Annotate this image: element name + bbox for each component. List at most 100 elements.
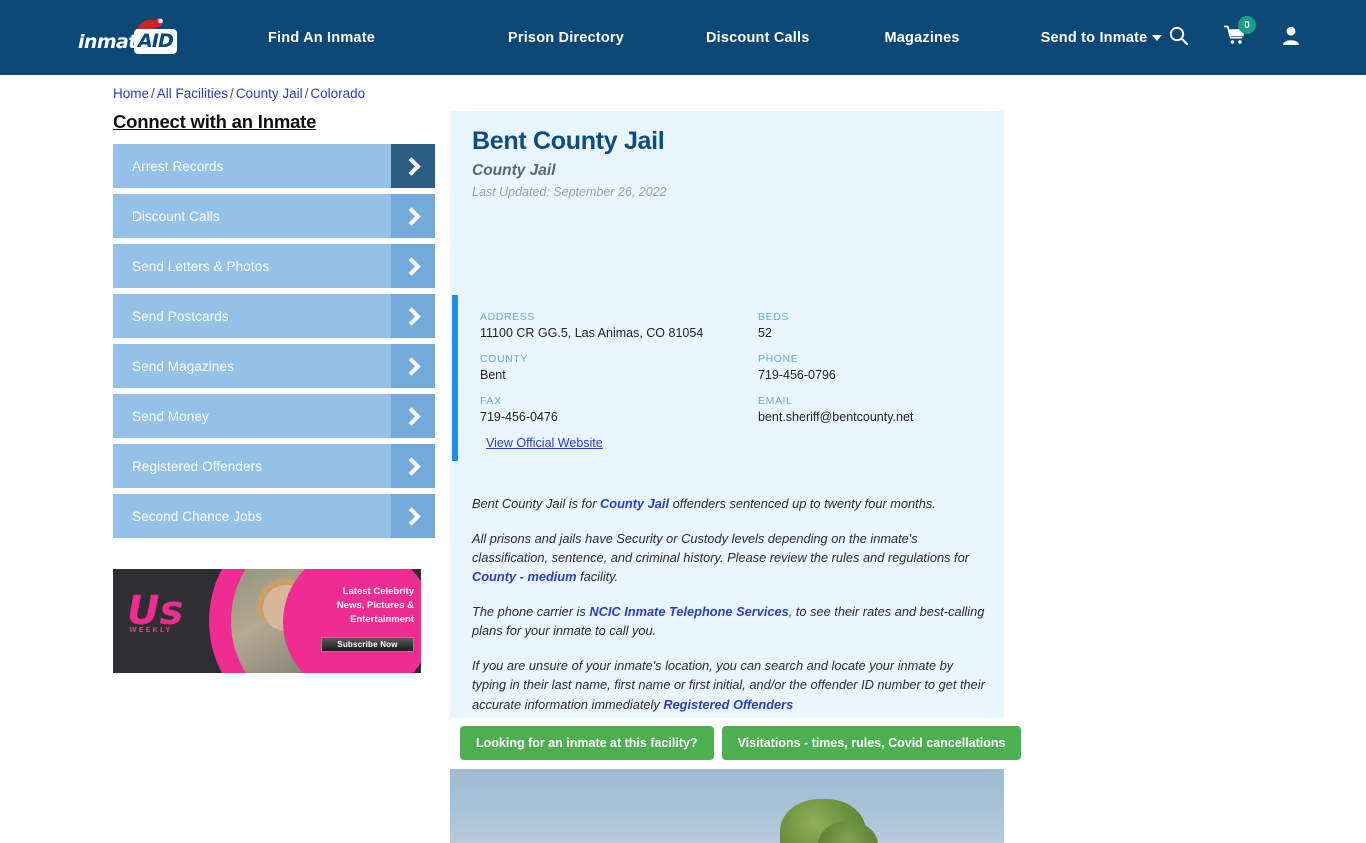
desc-p1-link-county-jail[interactable]: County Jail xyxy=(600,496,669,511)
info-label: FAX xyxy=(480,395,502,407)
sidebar-item-registered-offenders[interactable]: Registered Offenders xyxy=(113,444,435,488)
ad-copy-line-1: Latest Celebrity xyxy=(342,586,414,597)
nav-link-find-an-inmate[interactable]: Find An Inmate xyxy=(268,30,375,46)
desc-p2-text-a: All prisons and jails have Security or C… xyxy=(472,531,969,566)
chevron-right-icon xyxy=(391,344,435,388)
user-account-icon[interactable] xyxy=(1282,26,1300,50)
sidebar-title: Connect with an Inmate xyxy=(113,111,317,132)
desc-p1-text-b: offenders sentenced up to twenty four mo… xyxy=(669,496,936,511)
logo-badge: AID xyxy=(134,29,178,54)
cart-icon[interactable]: 0 xyxy=(1223,16,1256,50)
info-field-beds: BEDS 52 xyxy=(758,311,990,340)
view-official-website-link[interactable]: View Official Website xyxy=(486,436,603,450)
desc-p2-link-county-medium[interactable]: County - medium xyxy=(472,569,577,584)
info-value: 719-456-0476 xyxy=(480,410,558,424)
sidebar-item-label: Send Letters & Photos xyxy=(132,258,270,274)
chevron-right-icon xyxy=(391,294,435,338)
chevron-right-icon xyxy=(391,394,435,438)
site-logo[interactable]: inmate AID xyxy=(78,18,188,58)
breadcrumb: Home / All Facilities / County Jail / Colorado xyxy=(113,86,365,101)
facility-type: County Jail xyxy=(472,162,556,179)
cart-count-badge: 0 xyxy=(1238,16,1256,34)
ad-copy-line-3: Entertainment xyxy=(350,613,414,625)
info-value: 719-456-0796 xyxy=(758,368,836,382)
sidebar-item-arrest-records[interactable]: Arrest Records xyxy=(113,144,435,188)
sidebar-item-label: Discount Calls xyxy=(132,208,220,224)
sidebar-item-label: Registered Offenders xyxy=(132,458,263,474)
info-field-email: EMAIL bent.sheriff@bentcounty.net xyxy=(758,395,990,424)
breadcrumb-separator: / xyxy=(304,86,309,101)
info-value: 52 xyxy=(758,326,772,340)
info-label: PHONE xyxy=(758,353,799,365)
top-navigation-bar: inmate AID Find An Inmate Prison Directo… xyxy=(0,0,1366,75)
sidebar-item-send-magazines[interactable]: Send Magazines xyxy=(113,344,435,388)
info-value: bent.sheriff@bentcounty.net xyxy=(758,410,914,424)
ad-brand-logo: Us WEEKLY xyxy=(127,591,183,634)
primary-nav-links: Find An Inmate Prison Directory Discount… xyxy=(268,0,1163,75)
nav-icon-group: 0 xyxy=(1169,0,1300,75)
sidebar-item-discount-calls[interactable]: Discount Calls xyxy=(113,194,435,238)
nav-link-send-to-inmate[interactable]: Send to Inmate xyxy=(1041,30,1163,46)
facility-photo-sky xyxy=(450,769,1004,843)
nav-link-magazines[interactable]: Magazines xyxy=(885,30,960,46)
facility-photo xyxy=(450,769,1004,843)
desc-p4-link-registered-offenders[interactable]: Registered Offenders xyxy=(663,697,793,712)
info-field-phone: PHONE 719-456-0796 xyxy=(758,353,990,382)
facility-description: Bent County Jail is for County Jail offe… xyxy=(472,494,986,730)
looking-for-inmate-button[interactable]: Looking for an inmate at this facility? xyxy=(460,726,714,760)
ad-subscribe-button[interactable]: Subscribe Now xyxy=(321,637,414,652)
last-updated-text: Last Updated: September 26, 2022 xyxy=(472,185,667,199)
desc-p3-link-ncic[interactable]: NCIC Inmate Telephone Services xyxy=(589,604,788,619)
breadcrumb-item-home[interactable]: Home xyxy=(113,86,149,101)
sidebar-item-label: Second Chance Jobs xyxy=(132,508,263,524)
description-paragraph-1: Bent County Jail is for County Jail offe… xyxy=(472,494,986,513)
sidebar-item-send-money[interactable]: Send Money xyxy=(113,394,435,438)
info-field-address: ADDRESS 11100 CR GG.5, Las Animas, CO 81… xyxy=(480,311,758,340)
description-paragraph-4: If you are unsure of your inmate's locat… xyxy=(472,656,986,713)
description-paragraph-2: All prisons and jails have Security or C… xyxy=(472,529,986,586)
sidebar-advertisement[interactable]: Us WEEKLY Latest Celebrity News, Pictures… xyxy=(113,569,421,673)
breadcrumb-item-all-facilities[interactable]: All Facilities xyxy=(157,86,228,101)
facility-info-grid: ADDRESS 11100 CR GG.5, Las Animas, CO 81… xyxy=(480,311,990,424)
info-value: Bent xyxy=(480,368,506,382)
chevron-right-icon xyxy=(391,144,435,188)
search-icon[interactable] xyxy=(1169,26,1189,50)
sidebar: Connect with an Inmate Arrest Records Di… xyxy=(113,111,435,544)
page-title: Bent County Jail xyxy=(472,127,665,155)
sidebar-item-second-chance-jobs[interactable]: Second Chance Jobs xyxy=(113,494,435,538)
info-label: ADDRESS xyxy=(480,311,535,323)
ad-copy-line-2: News, Pictures & xyxy=(336,599,414,611)
nav-link-send-to-inmate-label: Send to Inmate xyxy=(1040,29,1148,46)
page-body: Home / All Facilities / County Jail / Colorado… xyxy=(0,75,1366,843)
info-field-county: COUNTY Bent xyxy=(480,353,758,382)
facility-detail-card: Bent County Jail County Jail Last Update… xyxy=(450,111,1004,718)
chevron-right-icon xyxy=(391,244,435,288)
sidebar-item-label: Send Postcards xyxy=(132,308,229,324)
info-label: EMAIL xyxy=(758,395,793,407)
description-paragraph-3: The phone carrier is NCIC Inmate Telepho… xyxy=(472,602,986,640)
desc-p1-text-a: Bent County Jail is for xyxy=(472,496,601,511)
nav-link-prison-directory[interactable]: Prison Directory xyxy=(508,30,624,46)
sidebar-item-label: Arrest Records xyxy=(132,158,224,174)
chevron-right-icon xyxy=(391,444,435,488)
sidebar-item-send-letters-photos[interactable]: Send Letters & Photos xyxy=(113,244,435,288)
breadcrumb-item-colorado[interactable]: Colorado xyxy=(310,86,365,101)
sidebar-item-send-postcards[interactable]: Send Postcards xyxy=(113,294,435,338)
ad-copy: Latest Celebrity News, Pictures & Entert… xyxy=(302,585,414,626)
info-label: BEDS xyxy=(758,311,789,323)
chevron-right-icon xyxy=(391,494,435,538)
sidebar-item-label: Send Money xyxy=(132,408,209,424)
breadcrumb-item-county-jail[interactable]: County Jail xyxy=(236,86,303,101)
breadcrumb-separator: / xyxy=(151,86,155,101)
chevron-down-icon xyxy=(1152,34,1163,41)
info-value: 11100 CR GG.5, Las Animas, CO 81054 xyxy=(480,326,704,340)
info-field-fax: FAX 719-456-0476 xyxy=(480,395,758,424)
chevron-right-icon xyxy=(391,194,435,238)
desc-p3-text-a: The phone carrier is xyxy=(472,604,590,620)
visitations-button[interactable]: Visitations - times, rules, Covid cancel… xyxy=(721,726,1022,760)
breadcrumb-separator: / xyxy=(230,86,234,101)
info-label: COUNTY xyxy=(480,353,528,365)
nav-link-discount-calls[interactable]: Discount Calls xyxy=(706,30,810,46)
facility-info-block: ADDRESS 11100 CR GG.5, Las Animas, CO 81… xyxy=(452,295,1004,461)
desc-p2-text-b: facility. xyxy=(576,569,619,585)
